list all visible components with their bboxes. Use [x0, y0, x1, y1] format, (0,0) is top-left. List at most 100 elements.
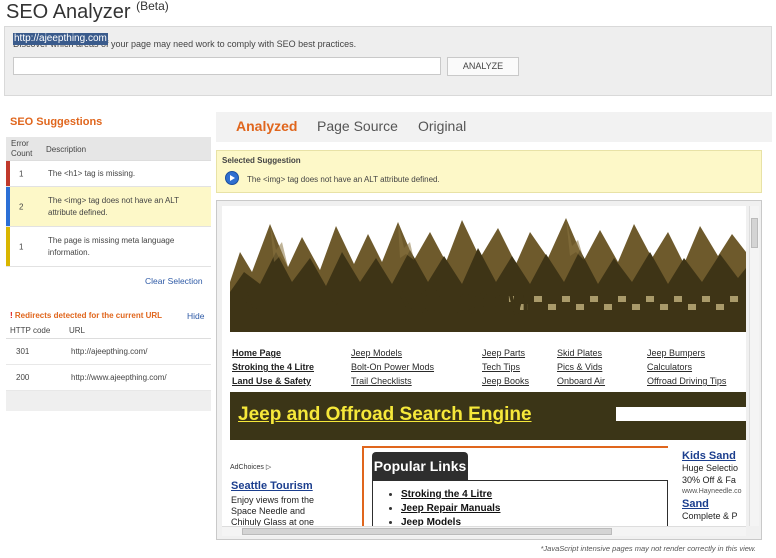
nav-col-4: Skid Plates Pics & Vids Onboard Air	[557, 346, 605, 388]
search-engine-banner: Jeep and Offroad Search Engine	[230, 392, 746, 440]
suggestion-row[interactable]: 1 The <h1> tag is missing.	[6, 161, 211, 187]
right-ad-domain: www.Hayneedle.co	[682, 488, 742, 495]
nav-col-1: Home Page Stroking the 4 Litre Land Use …	[232, 346, 314, 388]
popular-link[interactable]: Stroking the 4 Litre	[401, 489, 492, 500]
nav-link[interactable]: Offroad Driving Tips	[647, 374, 726, 388]
redirect-code: 200	[16, 373, 30, 382]
view-tabs: Analyzed Page Source Original	[216, 112, 772, 142]
nav-link[interactable]: Bolt-On Power Mods	[351, 360, 434, 374]
suggestion-text: The page is missing meta language inform…	[48, 235, 175, 257]
beta-label: (Beta)	[136, 0, 169, 13]
nav-link[interactable]: Jeep Bumpers	[647, 346, 726, 360]
nav-link[interactable]: Jeep Parts	[482, 346, 529, 360]
nav-link[interactable]: Home Page	[232, 346, 314, 360]
page-preview: AJEEPTHING.COM Home Page Stroking the 4 …	[216, 200, 762, 540]
nav-link[interactable]: Land Use & Safety	[232, 374, 314, 388]
redirects-title: ! Redirects detected for the current URL	[10, 311, 162, 320]
nav-link[interactable]: Stroking the 4 Litre	[232, 360, 314, 374]
popular-links-list: Stroking the 4 Litre Jeep Repair Manuals…	[401, 488, 500, 526]
nav-link[interactable]: Trail Checklists	[351, 374, 434, 388]
right-ad-line: 30% Off & Fa	[682, 475, 736, 485]
preview-horizontal-scrollbar[interactable]	[222, 526, 746, 536]
suggestion-row[interactable]: 1 The page is missing meta language info…	[6, 227, 211, 267]
redirects-title-text: Redirects detected for the current URL	[12, 311, 163, 320]
redirect-code: 301	[16, 347, 30, 356]
redirect-row: 301 http://ajeepthing.com/	[6, 339, 211, 365]
nav-col-3: Jeep Parts Tech Tips Jeep Books	[482, 346, 529, 388]
http-code-header: HTTP code	[10, 326, 51, 335]
popular-link[interactable]: Jeep Repair Manuals	[401, 503, 500, 514]
severity-bar	[6, 187, 10, 226]
suggestion-count: 2	[19, 202, 24, 211]
analyze-button[interactable]: ANALYZE	[447, 57, 519, 76]
selected-suggestion-box: Selected Suggestion The <img> tag does n…	[216, 150, 762, 193]
tab-page-source[interactable]: Page Source	[317, 118, 398, 134]
redirect-url: http://ajeepthing.com/	[71, 347, 148, 356]
redirects-table-header: HTTP code URL	[6, 324, 211, 339]
popular-link[interactable]: Jeep Models	[401, 517, 461, 526]
suggestion-text: The <h1> tag is missing.	[48, 168, 136, 178]
right-ad-title[interactable]: Kids Sand	[682, 450, 746, 462]
app-title-text: SEO Analyzer	[6, 1, 131, 23]
selected-suggestion-label: Selected Suggestion	[222, 156, 301, 165]
list-item: Stroking the 4 Litre	[401, 488, 500, 502]
suggestion-row-selected[interactable]: 2 The <img> tag does not have an ALT att…	[6, 187, 211, 227]
redirects-table: HTTP code URL 301 http://ajeepthing.com/…	[6, 324, 211, 411]
tab-analyzed[interactable]: Analyzed	[236, 118, 297, 134]
javascript-footnote: *JavaScript intensive pages may not rend…	[540, 544, 756, 553]
hide-redirects-link[interactable]: Hide	[187, 311, 204, 321]
adchoices-icon: ▷	[265, 464, 272, 471]
play-arrow-icon[interactable]	[225, 171, 239, 185]
list-item: Jeep Repair Manuals	[401, 502, 500, 516]
clear-selection-link[interactable]: Clear Selection	[145, 276, 203, 286]
selected-suggestion-message: The <img> tag does not have an ALT attri…	[247, 175, 440, 184]
redirect-row: 200 http://www.ajeepthing.com/	[6, 365, 211, 391]
site-search-input[interactable]	[616, 407, 746, 421]
url-input[interactable]	[13, 57, 441, 75]
nav-link[interactable]: Jeep Books	[482, 374, 529, 388]
preview-vertical-scrollbar[interactable]	[749, 206, 759, 526]
suggestion-count: 1	[19, 169, 24, 178]
right-ad2-line: Complete & P	[682, 511, 738, 521]
url-header: URL	[69, 326, 86, 335]
error-count-header: Error Count	[11, 139, 32, 159]
right-ads: Kids Sand Huge Selectio 30% Off & Fa www…	[682, 450, 746, 522]
ad-title-link[interactable]: Seattle Tourism	[231, 480, 313, 492]
description-header: Description	[46, 145, 87, 154]
adchoices-label[interactable]: AdChoices ▷	[230, 463, 271, 471]
nav-link[interactable]: Pics & Vids	[557, 360, 605, 374]
redirects-table-footer	[6, 391, 211, 411]
right-ad-line: Huge Selectio	[682, 463, 739, 473]
suggestions-table-header: Error Count Description	[6, 137, 211, 161]
severity-bar	[6, 227, 10, 266]
popular-links-header: Popular Links	[372, 452, 468, 480]
tab-original[interactable]: Original	[418, 118, 466, 134]
url-input-selected-text: http://ajeepthing.com	[13, 33, 108, 45]
severity-bar	[6, 161, 10, 186]
nav-link[interactable]: Calculators	[647, 360, 726, 374]
url-bar: Discover which areas of your page may ne…	[4, 26, 772, 96]
redirect-url: http://www.ajeepthing.com/	[71, 373, 167, 382]
ad-description: Enjoy views from the Space Needle and Ch…	[231, 495, 315, 526]
popular-links-list-box: Stroking the 4 Litre Jeep Repair Manuals…	[372, 480, 668, 526]
scrollbar-thumb[interactable]	[242, 528, 612, 535]
seo-suggestions-title: SEO Suggestions	[10, 116, 103, 128]
nav-col-2: Jeep Models Bolt-On Power Mods Trail Che…	[351, 346, 434, 388]
popular-links-box: Popular Links Stroking the 4 Litre Jeep …	[362, 446, 668, 526]
app-title: SEO Analyzer (Beta)	[6, 0, 169, 24]
suggestion-count: 1	[19, 242, 24, 251]
nav-link[interactable]: Jeep Models	[351, 346, 434, 360]
suggestions-table: Error Count Description 1 The <h1> tag i…	[6, 137, 211, 267]
preview-viewport: AJEEPTHING.COM Home Page Stroking the 4 …	[222, 206, 746, 526]
list-item: Jeep Models	[401, 516, 500, 526]
adchoices-text: AdChoices	[230, 464, 264, 471]
suggestion-text: The <img> tag does not have an ALT attri…	[48, 195, 179, 217]
error-count-header-line2: Count	[11, 149, 33, 158]
scrollbar-thumb[interactable]	[751, 218, 758, 248]
search-engine-title[interactable]: Jeep and Offroad Search Engine	[238, 404, 532, 426]
nav-link[interactable]: Onboard Air	[557, 374, 605, 388]
nav-link[interactable]: Skid Plates	[557, 346, 605, 360]
nav-link[interactable]: Tech Tips	[482, 360, 529, 374]
site-logo-text: AJEEPTHING.COM	[232, 282, 531, 323]
right-ad2-title[interactable]: Sand	[682, 498, 746, 510]
